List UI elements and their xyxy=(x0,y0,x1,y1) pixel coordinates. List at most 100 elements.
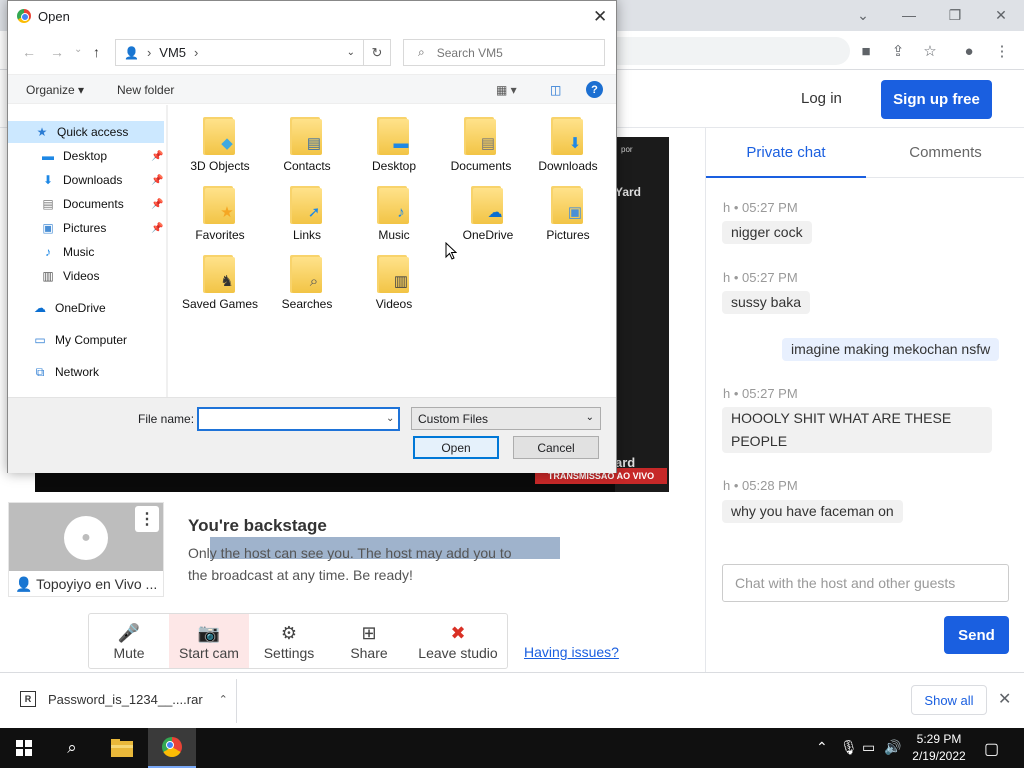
share-icon[interactable]: ⇪ xyxy=(886,39,910,63)
download-item[interactable]: R Password_is_1234__....rar ⌃ xyxy=(20,691,228,707)
mute-button[interactable]: 🎤 Mute xyxy=(89,614,169,668)
pin-icon[interactable]: 📌 xyxy=(151,175,163,186)
refresh-icon[interactable]: ↻ xyxy=(364,39,391,66)
file-name-input[interactable] xyxy=(197,407,400,431)
participant-video: ● ⋮ xyxy=(9,503,163,571)
chevron-down-icon[interactable]: ⌄ xyxy=(386,413,394,424)
folder-item[interactable]: ♪ Music xyxy=(351,186,437,242)
address-bar[interactable] xyxy=(600,37,850,65)
file-explorer-icon[interactable] xyxy=(98,728,146,768)
nav-music[interactable]: ♪ Music xyxy=(40,241,94,263)
microphone-icon[interactable]: 🎙 xyxy=(840,739,858,756)
notification-icon[interactable]: ▢ xyxy=(984,739,999,759)
preview-pane-icon[interactable]: ◫ xyxy=(550,83,561,97)
help-icon[interactable]: ? xyxy=(586,81,603,98)
back-icon[interactable]: ← xyxy=(22,44,36,60)
nav-downloads[interactable]: ⬇ Downloads xyxy=(40,169,122,191)
pin-icon[interactable]: 📌 xyxy=(151,151,163,162)
participant-menu-button[interactable]: ⋮ xyxy=(135,506,159,532)
star-icon[interactable]: ☆ xyxy=(918,39,942,63)
clock[interactable]: 5:29 PM 2/19/2022 xyxy=(906,731,972,765)
folder-icon: ★ xyxy=(203,186,237,224)
show-all-button[interactable]: Show all xyxy=(911,685,987,715)
share-button[interactable]: ⊞ Share xyxy=(329,614,409,668)
folder-item[interactable]: ➚ Links xyxy=(264,186,350,242)
nav-quick-access[interactable]: ★ Quick access xyxy=(8,121,164,143)
folder-item[interactable]: ★ Favorites xyxy=(177,186,263,242)
profile-icon[interactable]: ● xyxy=(957,39,981,63)
nav-pictures[interactable]: ▣ Pictures xyxy=(40,217,106,239)
organize-button[interactable]: Organize ▾ xyxy=(26,83,84,97)
nav-documents[interactable]: ▤ Documents xyxy=(40,193,123,215)
recent-chevron-icon[interactable]: ⌄ xyxy=(74,44,82,55)
search-input[interactable]: ⌕ Search VM5 xyxy=(403,39,605,66)
document-icon: ▤ xyxy=(42,197,54,211)
chevron-up-icon[interactable]: ⌃ xyxy=(219,693,228,706)
search-icon[interactable]: ⌕ xyxy=(48,728,96,768)
nav-onedrive[interactable]: ☁ OneDrive xyxy=(32,297,106,319)
address-breadcrumb[interactable]: 👤 › VM5 › ⌄ xyxy=(115,39,364,66)
nav-my-computer[interactable]: ▭ My Computer xyxy=(32,329,127,351)
minimize-button[interactable]: — xyxy=(886,4,932,26)
camera-icon[interactable]: ■ xyxy=(854,39,878,63)
folder-item[interactable]: ◆ 3D Objects xyxy=(177,117,263,173)
chat-message: HOOOLY SHIT WHAT ARE THESE PEOPLE xyxy=(722,407,992,453)
tab-search-icon[interactable]: ⌄ xyxy=(840,4,886,26)
nav-desktop[interactable]: ▬ Desktop xyxy=(40,145,107,167)
chess-icon: ♞ xyxy=(220,273,234,290)
folder-item[interactable]: ▤ Contacts xyxy=(264,117,350,173)
signup-button[interactable]: Sign up free xyxy=(881,80,992,119)
cancel-button[interactable]: Cancel xyxy=(513,436,599,459)
login-link[interactable]: Log in xyxy=(801,90,842,107)
folder-icon: ⬇ xyxy=(551,117,585,155)
chevron-down-icon: ⌄ xyxy=(585,412,594,423)
windows-start-icon[interactable] xyxy=(0,728,48,768)
picture-icon: ▣ xyxy=(42,221,54,235)
chrome-icon xyxy=(17,9,31,23)
tab-comments[interactable]: Comments xyxy=(866,128,1024,178)
having-issues-link[interactable]: Having issues? xyxy=(524,644,619,660)
leave-studio-button[interactable]: ✖ Leave studio xyxy=(409,614,507,668)
view-options-icon[interactable]: ▦ ▾ xyxy=(496,83,517,97)
pin-icon[interactable]: 📌 xyxy=(151,223,163,234)
chevron-down-icon[interactable]: ⌄ xyxy=(347,47,355,58)
close-icon[interactable]: ✕ xyxy=(593,7,607,27)
nav-pane-scrollbar[interactable] xyxy=(166,105,168,397)
folder-item[interactable]: ▥ Videos xyxy=(351,255,437,311)
breadcrumb-separator-icon: › xyxy=(194,45,199,60)
folder-item[interactable]: ☁ OneDrive xyxy=(445,186,531,242)
forward-icon[interactable]: → xyxy=(50,44,64,60)
chat-input[interactable]: Chat with the host and other guests xyxy=(722,564,1009,602)
film-icon: ▥ xyxy=(42,269,54,283)
up-icon[interactable]: ↑ xyxy=(93,44,100,60)
pin-icon[interactable]: 📌 xyxy=(151,199,163,210)
settings-button[interactable]: ⚙ Settings xyxy=(249,614,329,668)
folder-item[interactable]: ♞ Saved Games xyxy=(177,255,263,311)
chrome-taskbar-icon[interactable] xyxy=(148,728,196,768)
restore-button[interactable]: ❐ xyxy=(932,4,978,26)
folder-item[interactable]: ▣ Pictures xyxy=(525,186,611,242)
more-icon[interactable]: ⋮ xyxy=(990,39,1014,63)
chevron-up-icon[interactable]: ⌃ xyxy=(816,739,828,756)
send-button[interactable]: Send xyxy=(944,616,1009,654)
file-type-select[interactable]: Custom Files ⌄ xyxy=(411,407,601,430)
folder-item[interactable]: ⬇ Downloads xyxy=(525,117,611,173)
close-icon[interactable]: ✕ xyxy=(998,689,1011,709)
folder-item[interactable]: ▤ Documents xyxy=(438,117,524,173)
open-button[interactable]: Open xyxy=(413,436,499,459)
tab-private-chat[interactable]: Private chat xyxy=(706,128,866,178)
nav-videos[interactable]: ▥ Videos xyxy=(40,265,99,287)
network-icon[interactable]: ▭ xyxy=(862,739,875,756)
folder-item[interactable]: ▬ Desktop xyxy=(351,117,437,173)
new-folder-button[interactable]: New folder xyxy=(117,83,174,97)
nav-network[interactable]: ⧉ Network xyxy=(32,361,99,383)
folder-item[interactable]: ⌕ Searches xyxy=(264,255,350,311)
breadcrumb-item[interactable]: VM5 xyxy=(159,45,186,60)
start-cam-button[interactable]: 📷 Start cam xyxy=(169,614,249,668)
mute-label: Mute xyxy=(113,645,145,661)
start-cam-label: Start cam xyxy=(179,645,239,661)
volume-icon[interactable]: 🔊 xyxy=(884,739,901,756)
close-window-button[interactable]: ✕ xyxy=(978,4,1024,26)
download-shelf: R Password_is_1234__....rar ⌃ Show all ✕ xyxy=(0,672,1024,728)
message-time: 05:28 PM xyxy=(742,478,798,493)
